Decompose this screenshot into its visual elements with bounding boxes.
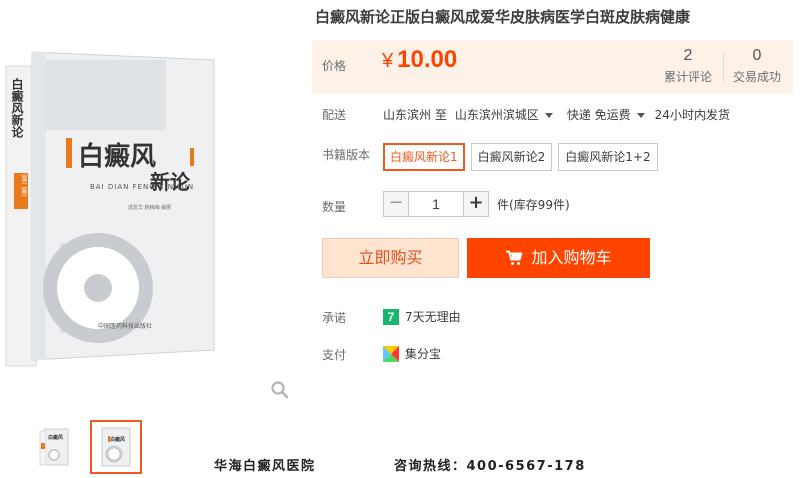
cover-title: 白癜风 bbox=[78, 142, 157, 172]
edition-label: 书籍版本 bbox=[322, 148, 371, 162]
delivery-destination-select[interactable]: 山东滨州滨城区 bbox=[455, 106, 553, 123]
cover-publisher: 中国医药科技出版社 bbox=[98, 323, 153, 330]
stats-divider bbox=[723, 52, 724, 82]
reviews-stat[interactable]: 2 累计评论 bbox=[664, 47, 712, 85]
sales-label: 交易成功 bbox=[733, 70, 782, 84]
chevron-down-icon bbox=[544, 113, 553, 118]
stock-text: 件(库存99件) bbox=[497, 197, 570, 212]
chevron-down-icon bbox=[636, 113, 645, 118]
dispatch-time: 24小时内发货 bbox=[654, 108, 730, 122]
price-amount: 10.00 bbox=[397, 46, 458, 73]
seven-day-icon: 7 bbox=[383, 308, 399, 325]
buy-now-button[interactable]: 立即购买 bbox=[322, 238, 459, 278]
zoom-icon[interactable] bbox=[270, 380, 290, 400]
main-product-image[interactable]: 白癜风 新论 BAI DIAN FENG XIN LUN 成爱华 韩梅梅 编著 … bbox=[0, 38, 300, 383]
promise-label: 承诺 bbox=[322, 311, 347, 325]
delivery-info: 山东滨州 至 山东滨州滨城区 快递 免运费 24小时内发货 bbox=[383, 106, 730, 123]
quantity-stepper: − + 件(库存99件) bbox=[383, 191, 570, 217]
reviews-count: 2 bbox=[683, 47, 693, 64]
quantity-decrease-button[interactable]: − bbox=[383, 191, 409, 217]
jifenbao-icon bbox=[383, 345, 399, 362]
shipping-method-select[interactable]: 快递 免运费 bbox=[567, 106, 645, 123]
product-title: 白癜风新论正版白癜风成爱华皮肤病医学白斑皮肤病健康 bbox=[315, 8, 691, 26]
add-to-cart-button[interactable]: 加入购物车 bbox=[467, 238, 650, 278]
quantity-label: 数量 bbox=[322, 200, 347, 214]
edition-option-2[interactable]: 白癜风新论2 bbox=[470, 143, 553, 171]
add-to-cart-label: 加入购物车 bbox=[531, 248, 612, 267]
payment-info[interactable]: 集分宝 bbox=[383, 345, 441, 362]
price-value: ¥10.00 bbox=[382, 46, 457, 74]
thumbnail-book-icon: 白癜风 bbox=[101, 427, 131, 467]
hotline-text: 咨询热线：400-6567-178 bbox=[394, 459, 586, 474]
delivery-label: 配送 bbox=[322, 108, 347, 122]
currency-symbol: ¥ bbox=[382, 50, 394, 72]
price-panel: 价格 ¥10.00 2 累计评论 0 交易成功 bbox=[312, 40, 793, 94]
thumbnail-book-icon: 白癜风 bbox=[39, 428, 69, 466]
edition-option-3[interactable]: 白癜风新论1+2 bbox=[558, 143, 658, 171]
thumbnail-list: 白癜风 白癜风 bbox=[28, 420, 142, 474]
promise-text: 7天无理由 bbox=[405, 310, 461, 324]
payment-text: 集分宝 bbox=[405, 347, 442, 361]
spine-title: 白癜风新论 bbox=[10, 78, 24, 138]
shipping-method: 快递 免运费 bbox=[566, 108, 631, 122]
promise-info[interactable]: 7 7天无理由 bbox=[383, 308, 461, 325]
cover-authors: 成爱华 韩梅梅 编著 bbox=[128, 205, 172, 211]
spine-edition: (第二版) bbox=[20, 174, 27, 197]
quantity-increase-button[interactable]: + bbox=[463, 191, 489, 217]
sales-count: 0 bbox=[752, 47, 762, 64]
cart-icon bbox=[506, 250, 523, 265]
thumbnail-2[interactable]: 白癜风 bbox=[90, 420, 142, 474]
edition-options: 白癜风新论1 白癜风新论2 白癜风新论1+2 bbox=[383, 143, 658, 171]
price-label: 价格 bbox=[322, 59, 347, 73]
delivery-destination: 山东滨州滨城区 bbox=[454, 108, 539, 122]
thumbnail-1[interactable]: 白癜风 bbox=[28, 420, 80, 474]
delivery-from: 山东滨州 至 bbox=[383, 108, 447, 122]
svg-text:白癜风: 白癜风 bbox=[110, 436, 125, 443]
cover-pinyin: BAI DIAN FENG XIN LUN bbox=[90, 183, 195, 191]
payment-label: 支付 bbox=[322, 348, 347, 362]
svg-text:白癜风: 白癜风 bbox=[48, 434, 63, 441]
quantity-input[interactable] bbox=[409, 191, 463, 217]
hospital-name: 华海白癜风医院 bbox=[214, 459, 316, 474]
reviews-label: 累计评论 bbox=[664, 70, 713, 84]
sales-stat: 0 交易成功 bbox=[733, 47, 781, 85]
edition-option-1[interactable]: 白癜风新论1 bbox=[383, 143, 465, 171]
